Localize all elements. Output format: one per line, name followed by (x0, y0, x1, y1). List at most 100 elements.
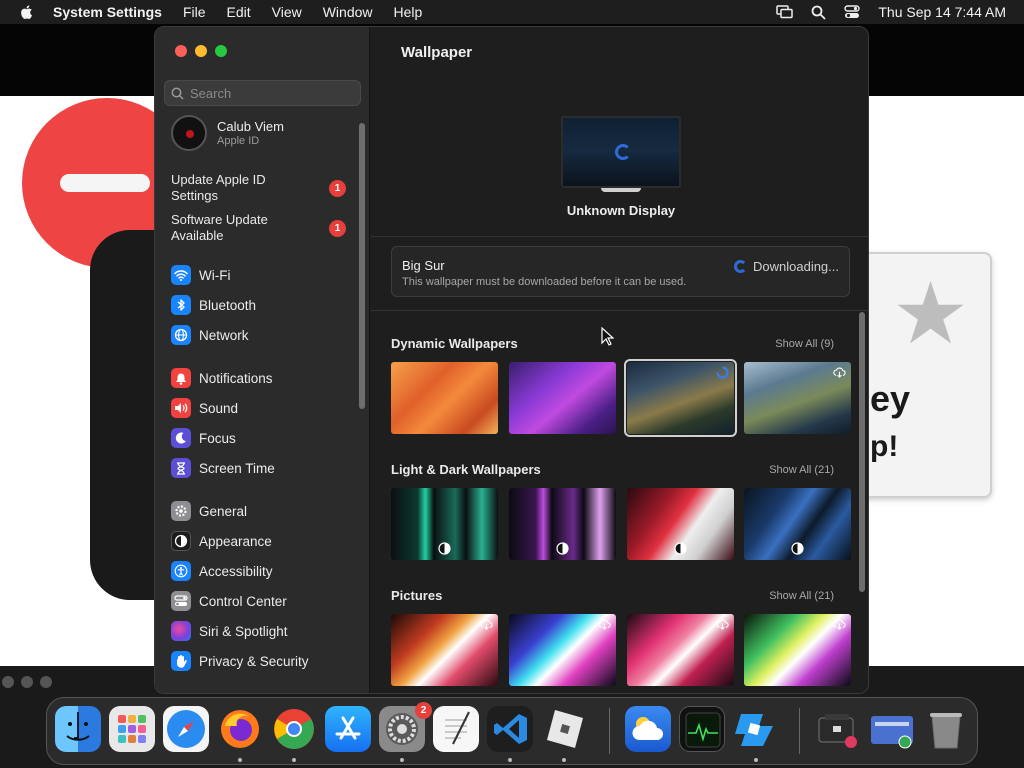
sidebar-item-label: Appearance (199, 533, 272, 549)
minimize-window-button[interactable] (195, 45, 207, 57)
sidebar-item-appearance[interactable]: Appearance (171, 530, 272, 552)
sidebar-item-label: Siri & Spotlight (199, 623, 288, 639)
globe-icon (171, 325, 191, 345)
wallpaper-thumb-picture-3[interactable] (627, 614, 734, 686)
sidebar-item-control-center[interactable]: Control Center (171, 590, 287, 612)
sidebar-item-siri-spotlight[interactable]: Siri & Spotlight (171, 620, 288, 642)
current-wallpaper-description: This wallpaper must be downloaded before… (402, 276, 687, 288)
dynamic-appearance-icon (674, 542, 687, 555)
dock-chrome-icon[interactable] (271, 706, 317, 752)
wallpaper-thumb-big-sur[interactable] (624, 359, 737, 437)
dock-trash-icon[interactable] (923, 706, 969, 752)
account-subtitle: Apple ID (217, 135, 260, 147)
software-update-notice[interactable]: Software Update Available 1 (171, 212, 361, 244)
current-wallpaper-box: Big Sur This wallpaper must be downloade… (391, 246, 850, 297)
display-name: Unknown Display (566, 203, 676, 218)
background-card: ★ ey p! (860, 252, 992, 498)
wifi-icon (171, 265, 191, 285)
update-apple-id-notice[interactable]: Update Apple ID Settings 1 (171, 172, 361, 204)
menu-window[interactable]: Window (323, 4, 373, 20)
notification-badge: 1 (329, 180, 346, 197)
speaker-icon (171, 398, 191, 418)
screen-mirroring-icon[interactable] (776, 5, 794, 19)
sidebar-item-network[interactable]: Network (171, 324, 249, 346)
wallpaper-thumb-ventura[interactable] (391, 362, 498, 434)
search-input[interactable] (190, 85, 350, 101)
hourglass-icon (171, 458, 191, 478)
sidebar-item-accessibility[interactable]: Accessibility (171, 560, 273, 582)
show-all-light-dark-button[interactable]: Show All (21) (769, 464, 834, 476)
menu-app-name[interactable]: System Settings (53, 4, 162, 20)
avatar (171, 115, 207, 151)
close-window-button[interactable] (175, 45, 187, 57)
sidebar-item-general[interactable]: General (171, 500, 247, 522)
menu-edit[interactable]: Edit (227, 4, 251, 20)
sidebar-item-label: Notifications (199, 370, 273, 386)
sidebar-item-label: Control Center (199, 593, 287, 609)
menu-help[interactable]: Help (394, 4, 423, 20)
menu-view[interactable]: View (272, 4, 302, 20)
dock-textedit-icon[interactable] (433, 706, 479, 752)
download-cloud-icon (833, 619, 846, 630)
dock-downloads-stack-icon[interactable] (815, 706, 861, 752)
wallpaper-thumb-picture-1[interactable] (391, 614, 498, 686)
sidebar: Calub Viem Apple ID Update Apple ID Sett… (155, 27, 370, 693)
dock-roblox-studio-icon[interactable] (733, 706, 779, 752)
wallpaper-thumb-picture-4[interactable] (744, 614, 851, 686)
background-card-text: p! (870, 430, 899, 463)
dock-applications-stack-icon[interactable] (869, 706, 915, 752)
section-title-dynamic: Dynamic Wallpapers (391, 336, 518, 351)
control-center-menu-icon[interactable] (844, 5, 861, 19)
bluetooth-icon (171, 295, 191, 315)
wallpaper-thumb-catalina[interactable] (744, 362, 851, 434)
sidebar-item-notifications[interactable]: Notifications (171, 367, 273, 389)
hand-icon (171, 651, 191, 671)
sidebar-item-wifi[interactable]: Wi-Fi (171, 264, 230, 286)
dock-weather-icon[interactable] (625, 706, 671, 752)
dock-finder-icon[interactable] (55, 706, 101, 752)
menu-file[interactable]: File (183, 4, 206, 20)
wallpaper-thumb-macbook-purple[interactable] (509, 488, 616, 560)
sidebar-item-focus[interactable]: Focus (171, 427, 236, 449)
dock-launchpad-icon[interactable] (109, 706, 155, 752)
show-all-pictures-button[interactable]: Show All (21) (769, 590, 834, 602)
wallpaper-thumb-imac-red[interactable] (627, 488, 734, 560)
dock-notification-badge: 2 (415, 702, 432, 719)
dock-safari-icon[interactable] (163, 706, 209, 752)
sidebar-item-privacy-security[interactable]: Privacy & Security (171, 650, 309, 672)
sidebar-item-sound[interactable]: Sound (171, 397, 238, 419)
wallpaper-thumb-imac-blue[interactable] (744, 488, 851, 560)
dock-firefox-icon[interactable] (217, 706, 263, 752)
wallpaper-thumb-macbook-green[interactable] (391, 488, 498, 560)
wallpaper-thumb-picture-2[interactable] (509, 614, 616, 686)
sidebar-item-screen-time[interactable]: Screen Time (171, 457, 275, 479)
loading-spinner-icon (734, 260, 747, 273)
control-center-icon (171, 591, 191, 611)
sidebar-item-label: General (199, 503, 248, 519)
dock-app-store-icon[interactable] (325, 706, 371, 752)
show-all-dynamic-button[interactable]: Show All (9) (775, 338, 834, 350)
search-icon (171, 87, 184, 100)
current-wallpaper-name: Big Sur (402, 258, 445, 273)
appearance-icon (171, 531, 191, 551)
wallpaper-thumb-monterey[interactable] (509, 362, 616, 434)
loading-spinner-icon (615, 144, 631, 160)
sidebar-item-label: Sound (199, 400, 239, 416)
menu-clock[interactable]: Thu Sep 14 7:44 AM (878, 4, 1006, 20)
section-title-light-dark: Light & Dark Wallpapers (391, 462, 541, 477)
dock-roblox-icon[interactable] (541, 706, 587, 752)
main-scrollbar[interactable] (859, 312, 865, 592)
sidebar-item-bluetooth[interactable]: Bluetooth (171, 294, 256, 316)
dock-vscode-icon[interactable] (487, 706, 533, 752)
search-field[interactable] (164, 80, 361, 106)
sidebar-scrollbar[interactable] (359, 123, 365, 409)
download-cloud-icon (716, 619, 729, 630)
zoom-window-button[interactable] (215, 45, 227, 57)
apple-logo-icon[interactable] (19, 4, 35, 20)
dock: 2 (46, 697, 978, 765)
mouse-cursor-icon (601, 327, 614, 346)
spotlight-search-icon[interactable] (811, 5, 826, 20)
apple-id-account[interactable]: Calub Viem Apple ID (171, 115, 284, 151)
wallpaper-pane: Wallpaper Unknown Display Big Sur This w… (371, 27, 868, 693)
dock-activity-monitor-icon[interactable] (679, 706, 725, 752)
